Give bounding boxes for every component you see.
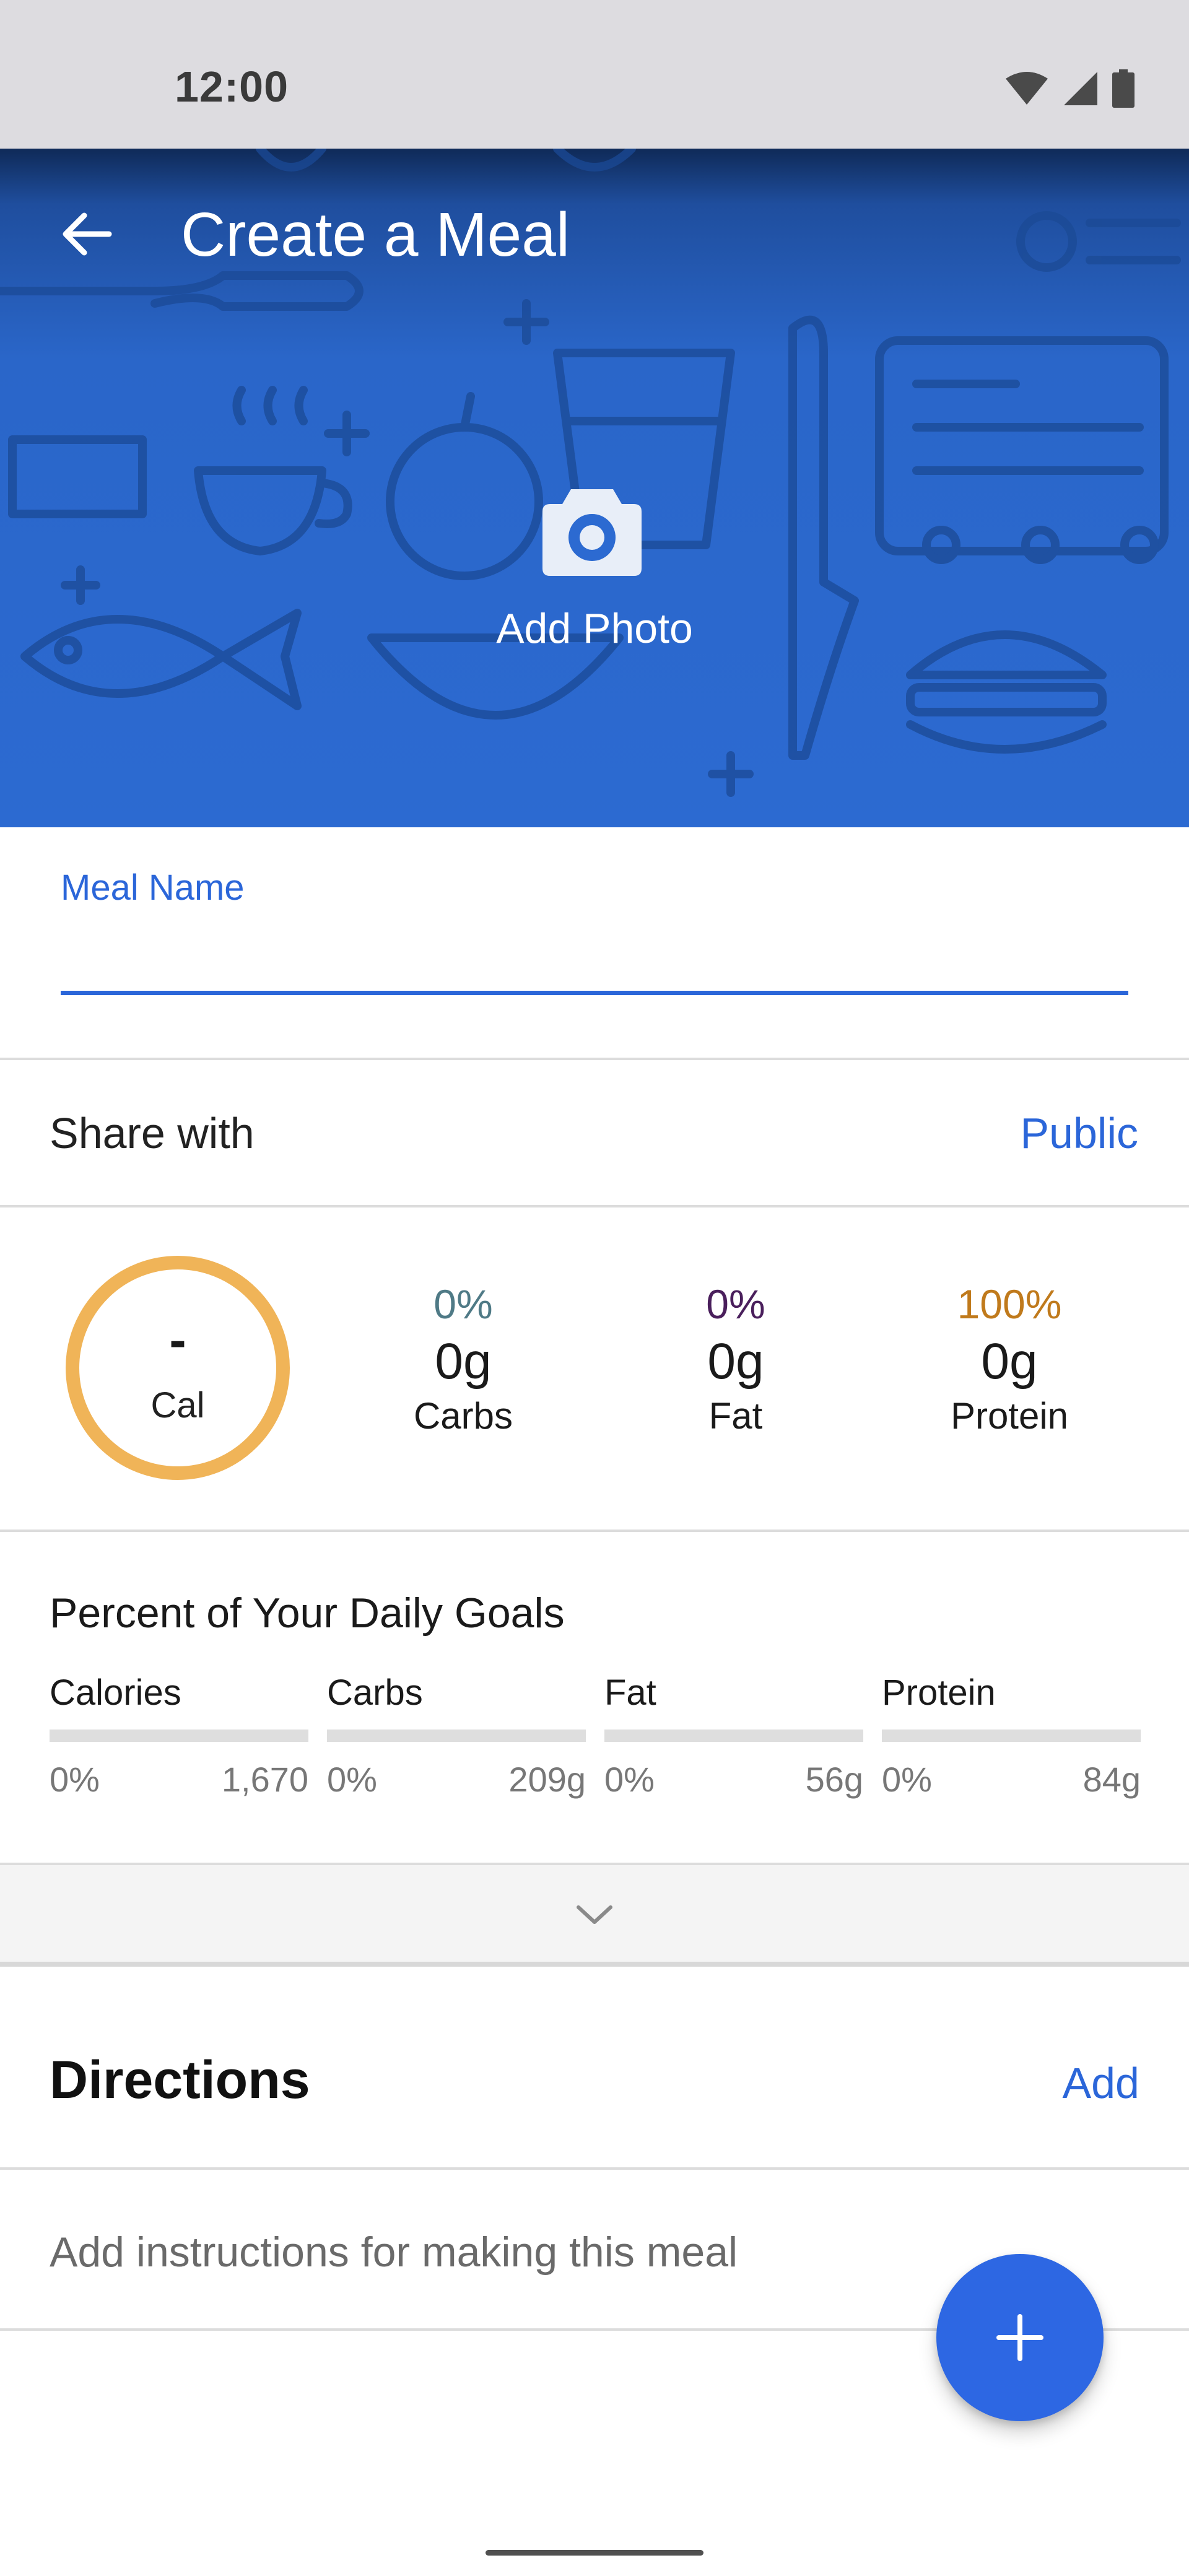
meal-name-label: Meal Name — [61, 868, 245, 908]
macro-grams: 0g — [981, 1333, 1038, 1390]
macro-percent: 0% — [706, 1281, 765, 1327]
goal-percent: 0% — [882, 1760, 932, 1799]
meal-name-input[interactable] — [61, 910, 1128, 991]
status-time: 12:00 — [175, 63, 289, 111]
divider — [0, 1962, 1189, 1967]
goal-percent: 0% — [327, 1760, 377, 1799]
goal-name: Carbs — [327, 1673, 423, 1713]
macro-percent: 0% — [433, 1281, 493, 1327]
macro-name: Fat — [708, 1395, 763, 1437]
battery-icon — [1112, 69, 1135, 108]
divider — [0, 1530, 1189, 1532]
goal-carbs: Carbs 0% 209g — [327, 1672, 586, 1799]
goal-name: Fat — [604, 1673, 656, 1713]
macro-protein: 100% 0g Protein — [898, 1281, 1121, 1437]
home-indicator[interactable] — [486, 2550, 703, 2556]
macro-percent: 100% — [957, 1281, 1062, 1327]
goal-name: Protein — [882, 1673, 996, 1713]
goal-progress-bar — [327, 1730, 586, 1742]
divider — [0, 1058, 1189, 1060]
directions-placeholder[interactable]: Add instructions for making this meal — [50, 2228, 738, 2276]
goal-progress-bar — [604, 1730, 863, 1742]
directions-title: Directions — [50, 2050, 310, 2110]
wifi-icon — [1006, 72, 1048, 105]
goal-percent: 0% — [604, 1760, 655, 1799]
goal-target: 56g — [805, 1760, 863, 1799]
page-title: Create a Meal — [181, 200, 570, 269]
macro-fat: 0% 0g Fat — [624, 1281, 847, 1437]
goal-target: 84g — [1082, 1760, 1141, 1799]
share-with-label: Share with — [50, 1109, 255, 1157]
divider — [0, 1205, 1189, 1208]
macro-name: Protein — [950, 1395, 1069, 1437]
add-photo-button[interactable]: Add Photo — [0, 604, 1189, 653]
goal-calories: Calories 0% 1,670 — [50, 1672, 308, 1799]
macro-grams: 0g — [435, 1333, 492, 1390]
goal-target: 1,670 — [221, 1760, 308, 1799]
daily-goals-title: Percent of Your Daily Goals — [50, 1590, 565, 1637]
status-bar: 12:00 — [0, 0, 1189, 149]
divider — [0, 2167, 1189, 2170]
macro-carbs: 0% 0g Carbs — [352, 1281, 575, 1437]
macro-grams: 0g — [707, 1333, 764, 1390]
cellular-signal-icon — [1064, 72, 1097, 105]
goal-target: 209g — [508, 1760, 586, 1799]
plus-icon — [996, 2314, 1043, 2361]
add-directions-button[interactable]: Add — [1062, 2058, 1139, 2108]
calories-label: Cal — [150, 1385, 205, 1425]
meal-name-underline — [61, 991, 1128, 995]
goal-percent: 0% — [50, 1760, 100, 1799]
goal-protein: Protein 0% 84g — [882, 1672, 1141, 1799]
macro-name: Carbs — [413, 1395, 513, 1437]
photo-header: Create a Meal Add Photo — [0, 149, 1189, 827]
goal-name: Calories — [50, 1673, 181, 1713]
share-visibility-value[interactable]: Public — [1020, 1108, 1138, 1158]
chevron-down-icon[interactable] — [575, 1902, 614, 1927]
goal-progress-bar — [50, 1730, 308, 1742]
add-ingredient-fab[interactable] — [936, 2254, 1104, 2421]
camera-icon[interactable] — [542, 483, 642, 576]
back-arrow-icon[interactable] — [59, 207, 114, 261]
calories-value: - — [169, 1312, 186, 1368]
goal-progress-bar — [882, 1730, 1141, 1742]
goal-fat: Fat 0% 56g — [604, 1672, 863, 1799]
status-icons — [1004, 69, 1135, 108]
